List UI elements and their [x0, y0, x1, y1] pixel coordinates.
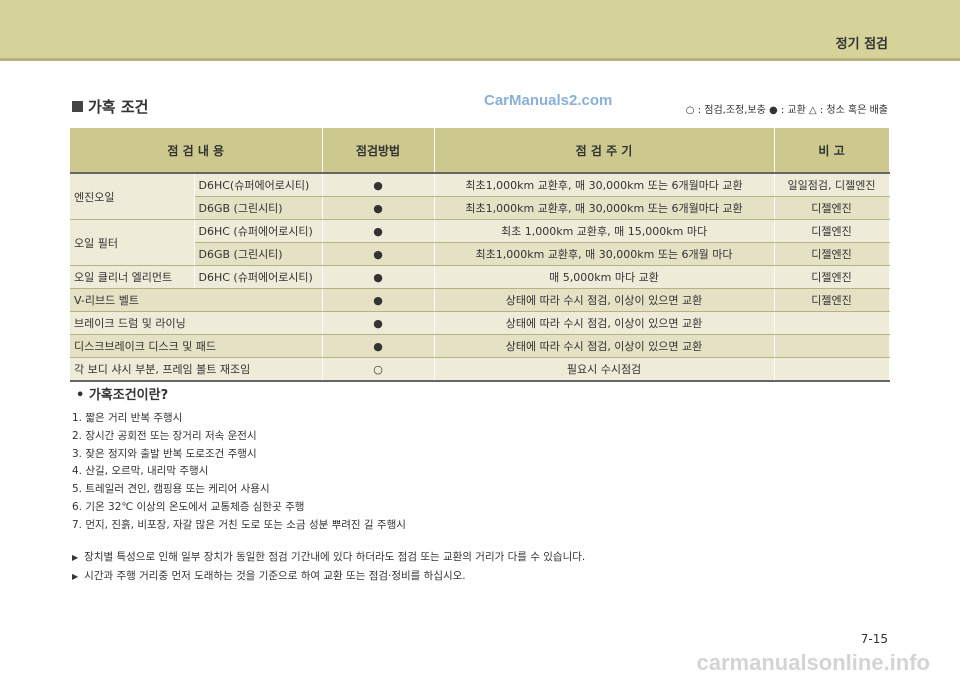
row-item: V-리브드 벨트 — [70, 288, 323, 312]
note-item: 시간과 주행 거리중 먼저 도래하는 것을 기준으로 하여 교환 또는 점검·정… — [72, 567, 585, 586]
row-item: 각 보디 샤시 부분, 프레임 볼트 재조임 — [70, 357, 323, 382]
row-subitem: D6GB (그린시티) — [194, 196, 323, 220]
row-item: 디스크브레이크 디스크 및 패드 — [70, 334, 323, 358]
maintenance-table: 점 검 내 용 점검방법 점 검 주 기 비 고 엔진오일 D6HC(슈퍼에어로… — [70, 128, 890, 382]
table-row: 각 보디 샤시 부분, 프레임 볼트 재조임 ○ 필요시 수시점검 — [70, 357, 890, 382]
list-item: 7. 먼지, 진흙, 비포장, 자갈 많은 거친 도로 또는 소금 성분 뿌려진… — [72, 518, 406, 531]
watermark-carmanuals: CarManuals2.com — [484, 92, 613, 109]
list-item: 2. 장시간 공회전 또는 장거리 저속 운전시 — [72, 429, 257, 442]
list-item: 5. 트레일러 견인, 캠핑용 또는 케리어 사용시 — [72, 483, 270, 496]
row-method: ● — [322, 173, 435, 197]
header-period: 점 검 주 기 — [434, 128, 775, 174]
header-remarks: 비 고 — [774, 128, 890, 174]
conditions-heading: • 가혹조건이란? — [76, 388, 169, 403]
table-row: V-리브드 벨트 ● 상태에 따라 수시 점검, 이상이 있으면 교환 디젤엔진 — [70, 288, 890, 312]
bullet-icon: • — [76, 388, 89, 403]
list-item: 4. 산길, 오르막, 내리막 주행시 — [72, 465, 209, 478]
header-method: 점검방법 — [322, 128, 435, 174]
row-method: ● — [322, 242, 435, 266]
footer-watermark: carmanualsonline.info — [696, 650, 931, 675]
row-item: 오일 클리너 엘리먼트 — [70, 265, 195, 289]
list-item: 1. 짧은 거리 반복 주행시 — [72, 412, 183, 424]
row-period: 필요시 수시점검 — [434, 357, 775, 382]
row-period: 상태에 따라 수시 점검, 이상이 있으면 교환 — [434, 334, 775, 358]
row-note: 디젤엔진 — [774, 219, 890, 243]
table-row: 디스크브레이크 디스크 및 패드 ● 상태에 따라 수시 점검, 이상이 있으면… — [70, 334, 890, 358]
row-method: ○ — [322, 357, 435, 382]
list-item: 3. 잦은 정지와 출발 반복 도로조건 주행시 — [72, 447, 257, 460]
header-inspection-item: 점 검 내 용 — [70, 128, 323, 174]
table-row: 오일 필터 D6HC (슈퍼에어로시티) ● 최초 1,000km 교환후, 매… — [70, 219, 890, 266]
section-square-icon — [72, 101, 83, 112]
row-note — [774, 334, 890, 358]
row-period: 최초1,000km 교환후, 매 30,000km 또는 6개월마다 교환 — [434, 196, 775, 220]
table-row: 오일 클리너 엘리먼트 D6HC (슈퍼에어로시티) ● 매 5,000km 마… — [70, 265, 890, 289]
section-title: 가혹 조건 — [88, 98, 149, 116]
list-item: 6. 기온 32℃ 이상의 온도에서 교통체증 심한곳 주행 — [72, 500, 305, 513]
note-item: 장치별 특성으로 인해 일부 장치가 동일한 점검 기간내에 있다 하더라도 점… — [72, 548, 585, 567]
row-note: 디젤엔진 — [774, 288, 890, 312]
row-item: 오일 필터 — [70, 219, 195, 266]
row-period: 최초 1,000km 교환후, 매 15,000km 마다 — [434, 219, 775, 243]
page-number: 7-15 — [860, 632, 888, 646]
row-item: 브레이크 드럼 및 라이닝 — [70, 311, 323, 335]
row-period: 최초1,000km 교환후, 매 30,000km 또는 6개월마다 교환 — [434, 173, 775, 197]
legend: ○ : 점검,조정,보충 ● : 교환 △ : 청소 혹은 배출 — [685, 105, 888, 116]
row-period: 최초1,000km 교환후, 매 30,000km 또는 6개월 마다 — [434, 242, 775, 266]
row-method: ● — [322, 311, 435, 335]
row-period: 상태에 따라 수시 점검, 이상이 있으면 교환 — [434, 311, 775, 335]
table-row: 엔진오일 D6HC(슈퍼에어로시티) ● 최초1,000km 교환후, 매 30… — [70, 173, 890, 220]
row-note — [774, 357, 890, 382]
row-note — [774, 311, 890, 335]
row-method: ● — [322, 219, 435, 243]
row-item: 엔진오일 — [70, 173, 195, 220]
row-method: ● — [322, 265, 435, 289]
row-method: ● — [322, 196, 435, 220]
conditions-list: 1. 짧은 거리 반복 주행시 2. 장시간 공회전 또는 장거리 저속 운전시… — [72, 410, 406, 535]
row-method: ● — [322, 288, 435, 312]
row-note: 일일점검, 디젤엔진 — [774, 173, 890, 197]
row-period: 매 5,000km 마다 교환 — [434, 265, 775, 289]
notes-list: 장치별 특성으로 인해 일부 장치가 동일한 점검 기간내에 있다 하더라도 점… — [72, 548, 585, 586]
chapter-title: 정기 점검 — [835, 37, 888, 52]
row-note: 디젤엔진 — [774, 265, 890, 289]
header-divider — [0, 58, 960, 61]
row-subitem: D6HC (슈퍼에어로시티) — [194, 265, 323, 289]
row-period: 상태에 따라 수시 점검, 이상이 있으면 교환 — [434, 288, 775, 312]
table-header-row: 점 검 내 용 점검방법 점 검 주 기 비 고 — [70, 128, 890, 174]
row-note: 디젤엔진 — [774, 242, 890, 266]
row-method: ● — [322, 334, 435, 358]
row-subitem: D6GB (그린시티) — [194, 242, 323, 266]
row-subitem: D6HC (슈퍼에어로시티) — [194, 219, 323, 243]
header-band — [0, 0, 960, 58]
table-row: 브레이크 드럼 및 라이닝 ● 상태에 따라 수시 점검, 이상이 있으면 교환 — [70, 311, 890, 335]
row-subitem: D6HC(슈퍼에어로시티) — [194, 173, 323, 197]
row-note: 디젤엔진 — [774, 196, 890, 220]
